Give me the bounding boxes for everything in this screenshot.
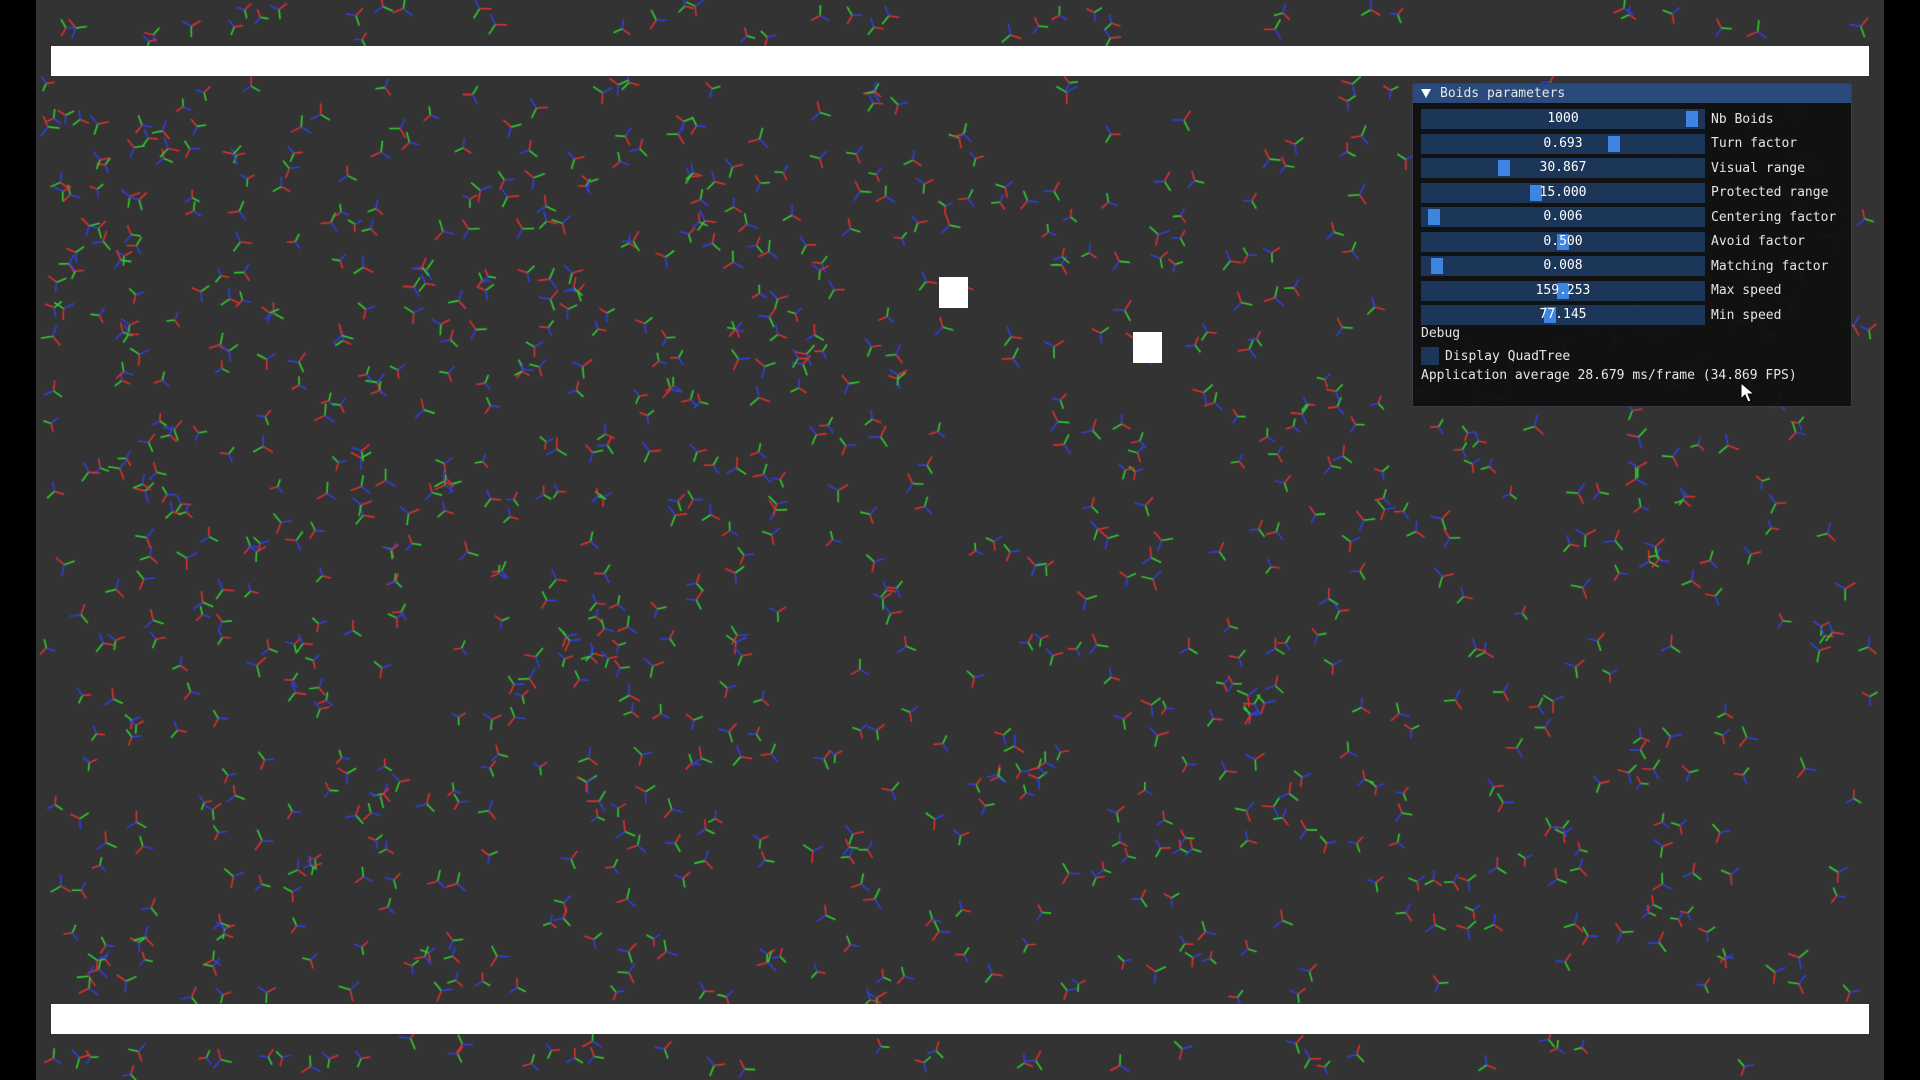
mouse-pointer-icon	[1740, 382, 1756, 403]
slider-row: 77.145 Min speed	[1421, 305, 1781, 325]
panel-title: Boids parameters	[1440, 86, 1566, 101]
parameter-slider[interactable]: 0.500	[1421, 231, 1705, 252]
debug-section-label: Debug	[1421, 326, 1461, 341]
parameter-slider[interactable]: 0.006	[1421, 207, 1705, 227]
slider-row: 1000 Nb Boids	[1421, 109, 1774, 129]
bottom-wall	[51, 1004, 1869, 1034]
slider-value: 0.500	[1543, 233, 1583, 249]
slider-row: 0.693 Turn factor	[1421, 133, 1798, 154]
parameter-slider[interactable]: 30.867	[1421, 158, 1705, 178]
parameter-slider[interactable]: 15.000	[1421, 182, 1705, 203]
slider-label: Avoid factor	[1711, 234, 1805, 249]
triangle-down-icon[interactable]	[1421, 89, 1431, 98]
slider-value: 30.867	[1539, 160, 1587, 175]
slider-value: 159.253	[1535, 282, 1591, 298]
parameter-slider[interactable]: 0.693	[1421, 133, 1705, 154]
slider-value: 1000	[1547, 111, 1579, 126]
slider-label: Min speed	[1711, 307, 1782, 323]
slider-row: 0.006 Centering factor	[1421, 207, 1836, 227]
slider-value: 0.006	[1543, 209, 1583, 224]
slider-label: Visual range	[1711, 160, 1805, 176]
slider-label: Protected range	[1711, 185, 1829, 200]
obstacle-square	[939, 277, 968, 308]
slider-value: 15.000	[1539, 184, 1587, 200]
parameter-slider[interactable]: 0.008	[1421, 256, 1705, 276]
slider-value: 0.693	[1543, 135, 1583, 151]
parameter-slider[interactable]: 1000	[1421, 109, 1705, 129]
slider-label: Nb Boids	[1711, 111, 1774, 127]
slider-row: 15.000 Protected range	[1421, 182, 1829, 203]
slider-label: Matching factor	[1711, 258, 1829, 274]
parameter-slider[interactable]: 159.253	[1421, 280, 1705, 301]
boids-parameters-panel: Boids parameters 1000 Nb Boids 0.693 Turn f…	[1412, 83, 1852, 407]
slider-label: Centering factor	[1711, 209, 1837, 225]
slider-row: 30.867 Visual range	[1421, 158, 1805, 178]
slider-label: Turn factor	[1711, 136, 1798, 151]
obstacle-square	[1133, 332, 1162, 363]
display-quadtree-row[interactable]: Display QuadTree	[1421, 346, 1570, 366]
display-quadtree-checkbox[interactable]	[1421, 347, 1439, 365]
parameter-slider[interactable]: 77.145	[1421, 305, 1705, 325]
display-quadtree-label: Display QuadTree	[1445, 348, 1571, 364]
panel-title-bar[interactable]: Boids parameters	[1413, 84, 1851, 103]
slider-row: 0.500 Avoid factor	[1421, 231, 1805, 252]
slider-value: 0.008	[1543, 258, 1583, 273]
slider-row: 0.008 Matching factor	[1421, 256, 1828, 276]
slider-value: 77.145	[1539, 307, 1587, 322]
slider-label: Max speed	[1711, 283, 1782, 298]
top-wall	[51, 46, 1869, 76]
slider-row: 159.253 Max speed	[1421, 280, 1782, 301]
